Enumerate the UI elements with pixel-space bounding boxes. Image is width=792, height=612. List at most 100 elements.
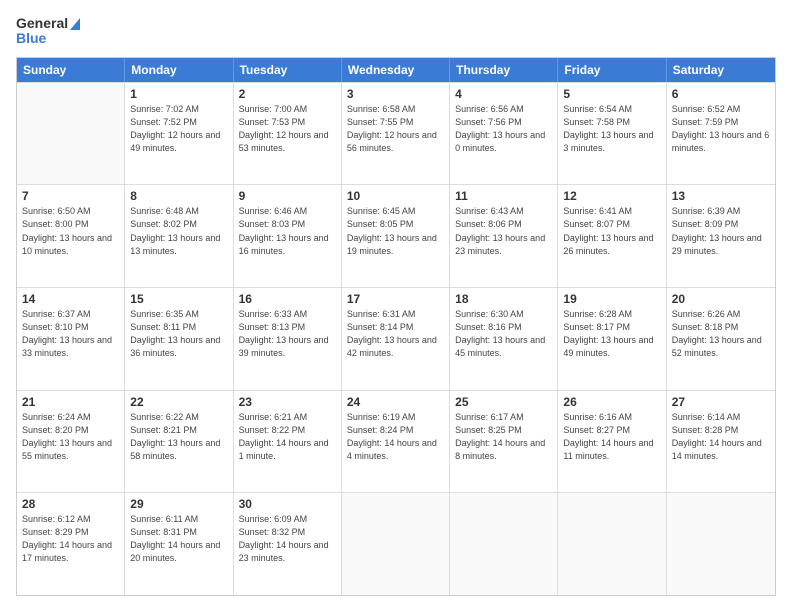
day-detail: Sunrise: 6:26 AMSunset: 8:18 PMDaylight:… — [672, 308, 770, 360]
calendar-cell: 6 Sunrise: 6:52 AMSunset: 7:59 PMDayligh… — [667, 83, 775, 185]
logo-general: General — [16, 16, 80, 31]
calendar: SundayMondayTuesdayWednesdayThursdayFrid… — [16, 57, 776, 596]
calendar-cell: 21 Sunrise: 6:24 AMSunset: 8:20 PMDaylig… — [17, 391, 125, 493]
calendar-cell — [450, 493, 558, 595]
calendar-cell: 4 Sunrise: 6:56 AMSunset: 7:56 PMDayligh… — [450, 83, 558, 185]
logo: General Blue — [16, 16, 80, 47]
day-detail: Sunrise: 6:46 AMSunset: 8:03 PMDaylight:… — [239, 205, 336, 257]
day-number: 12 — [563, 189, 660, 203]
calendar-cell: 1 Sunrise: 7:02 AMSunset: 7:52 PMDayligh… — [125, 83, 233, 185]
day-detail: Sunrise: 6:43 AMSunset: 8:06 PMDaylight:… — [455, 205, 552, 257]
calendar-cell: 10 Sunrise: 6:45 AMSunset: 8:05 PMDaylig… — [342, 185, 450, 287]
calendar-cell: 25 Sunrise: 6:17 AMSunset: 8:25 PMDaylig… — [450, 391, 558, 493]
day-number: 20 — [672, 292, 770, 306]
day-detail: Sunrise: 6:16 AMSunset: 8:27 PMDaylight:… — [563, 411, 660, 463]
calendar-cell: 22 Sunrise: 6:22 AMSunset: 8:21 PMDaylig… — [125, 391, 233, 493]
calendar-cell: 2 Sunrise: 7:00 AMSunset: 7:53 PMDayligh… — [234, 83, 342, 185]
day-number: 8 — [130, 189, 227, 203]
day-detail: Sunrise: 6:54 AMSunset: 7:58 PMDaylight:… — [563, 103, 660, 155]
calendar-cell: 26 Sunrise: 6:16 AMSunset: 8:27 PMDaylig… — [558, 391, 666, 493]
day-number: 16 — [239, 292, 336, 306]
day-number: 3 — [347, 87, 444, 101]
calendar-cell: 16 Sunrise: 6:33 AMSunset: 8:13 PMDaylig… — [234, 288, 342, 390]
day-detail: Sunrise: 6:39 AMSunset: 8:09 PMDaylight:… — [672, 205, 770, 257]
day-number: 22 — [130, 395, 227, 409]
calendar-cell: 15 Sunrise: 6:35 AMSunset: 8:11 PMDaylig… — [125, 288, 233, 390]
logo-blue: Blue — [16, 31, 80, 46]
day-detail: Sunrise: 6:12 AMSunset: 8:29 PMDaylight:… — [22, 513, 119, 565]
calendar-body: 1 Sunrise: 7:02 AMSunset: 7:52 PMDayligh… — [17, 82, 775, 595]
calendar-cell: 12 Sunrise: 6:41 AMSunset: 8:07 PMDaylig… — [558, 185, 666, 287]
calendar-cell: 27 Sunrise: 6:14 AMSunset: 8:28 PMDaylig… — [667, 391, 775, 493]
day-number: 14 — [22, 292, 119, 306]
calendar-cell: 29 Sunrise: 6:11 AMSunset: 8:31 PMDaylig… — [125, 493, 233, 595]
day-number: 26 — [563, 395, 660, 409]
calendar-cell: 7 Sunrise: 6:50 AMSunset: 8:00 PMDayligh… — [17, 185, 125, 287]
day-detail: Sunrise: 6:09 AMSunset: 8:32 PMDaylight:… — [239, 513, 336, 565]
calendar-cell: 19 Sunrise: 6:28 AMSunset: 8:17 PMDaylig… — [558, 288, 666, 390]
day-detail: Sunrise: 6:17 AMSunset: 8:25 PMDaylight:… — [455, 411, 552, 463]
day-number: 15 — [130, 292, 227, 306]
day-number: 27 — [672, 395, 770, 409]
day-detail: Sunrise: 6:14 AMSunset: 8:28 PMDaylight:… — [672, 411, 770, 463]
calendar-cell: 18 Sunrise: 6:30 AMSunset: 8:16 PMDaylig… — [450, 288, 558, 390]
day-number: 2 — [239, 87, 336, 101]
weekday-header-tuesday: Tuesday — [234, 58, 342, 82]
page: General Blue SundayMondayTuesdayWednesda… — [0, 0, 792, 612]
calendar-cell — [342, 493, 450, 595]
day-number: 25 — [455, 395, 552, 409]
weekday-header-friday: Friday — [558, 58, 666, 82]
calendar-cell: 9 Sunrise: 6:46 AMSunset: 8:03 PMDayligh… — [234, 185, 342, 287]
day-detail: Sunrise: 6:30 AMSunset: 8:16 PMDaylight:… — [455, 308, 552, 360]
day-detail: Sunrise: 6:24 AMSunset: 8:20 PMDaylight:… — [22, 411, 119, 463]
day-number: 24 — [347, 395, 444, 409]
calendar-row-4: 21 Sunrise: 6:24 AMSunset: 8:20 PMDaylig… — [17, 390, 775, 493]
calendar-cell: 5 Sunrise: 6:54 AMSunset: 7:58 PMDayligh… — [558, 83, 666, 185]
day-number: 19 — [563, 292, 660, 306]
day-detail: Sunrise: 6:31 AMSunset: 8:14 PMDaylight:… — [347, 308, 444, 360]
weekday-header-saturday: Saturday — [667, 58, 775, 82]
day-detail: Sunrise: 6:56 AMSunset: 7:56 PMDaylight:… — [455, 103, 552, 155]
day-detail: Sunrise: 6:33 AMSunset: 8:13 PMDaylight:… — [239, 308, 336, 360]
day-detail: Sunrise: 6:41 AMSunset: 8:07 PMDaylight:… — [563, 205, 660, 257]
calendar-row-2: 7 Sunrise: 6:50 AMSunset: 8:00 PMDayligh… — [17, 184, 775, 287]
day-detail: Sunrise: 6:58 AMSunset: 7:55 PMDaylight:… — [347, 103, 444, 155]
day-detail: Sunrise: 6:45 AMSunset: 8:05 PMDaylight:… — [347, 205, 444, 257]
header: General Blue — [16, 16, 776, 47]
day-number: 10 — [347, 189, 444, 203]
calendar-cell: 3 Sunrise: 6:58 AMSunset: 7:55 PMDayligh… — [342, 83, 450, 185]
day-number: 29 — [130, 497, 227, 511]
day-number: 28 — [22, 497, 119, 511]
day-detail: Sunrise: 6:28 AMSunset: 8:17 PMDaylight:… — [563, 308, 660, 360]
calendar-cell: 14 Sunrise: 6:37 AMSunset: 8:10 PMDaylig… — [17, 288, 125, 390]
calendar-cell: 13 Sunrise: 6:39 AMSunset: 8:09 PMDaylig… — [667, 185, 775, 287]
day-detail: Sunrise: 6:37 AMSunset: 8:10 PMDaylight:… — [22, 308, 119, 360]
day-number: 5 — [563, 87, 660, 101]
weekday-header-wednesday: Wednesday — [342, 58, 450, 82]
weekday-header-sunday: Sunday — [17, 58, 125, 82]
calendar-cell: 23 Sunrise: 6:21 AMSunset: 8:22 PMDaylig… — [234, 391, 342, 493]
day-number: 7 — [22, 189, 119, 203]
day-detail: Sunrise: 6:19 AMSunset: 8:24 PMDaylight:… — [347, 411, 444, 463]
calendar-cell: 24 Sunrise: 6:19 AMSunset: 8:24 PMDaylig… — [342, 391, 450, 493]
day-number: 4 — [455, 87, 552, 101]
calendar-row-5: 28 Sunrise: 6:12 AMSunset: 8:29 PMDaylig… — [17, 492, 775, 595]
day-number: 1 — [130, 87, 227, 101]
calendar-cell: 20 Sunrise: 6:26 AMSunset: 8:18 PMDaylig… — [667, 288, 775, 390]
calendar-cell — [558, 493, 666, 595]
day-number: 30 — [239, 497, 336, 511]
calendar-cell — [667, 493, 775, 595]
day-number: 17 — [347, 292, 444, 306]
day-detail: Sunrise: 6:50 AMSunset: 8:00 PMDaylight:… — [22, 205, 119, 257]
calendar-header: SundayMondayTuesdayWednesdayThursdayFrid… — [17, 58, 775, 82]
calendar-cell: 8 Sunrise: 6:48 AMSunset: 8:02 PMDayligh… — [125, 185, 233, 287]
weekday-header-thursday: Thursday — [450, 58, 558, 82]
day-detail: Sunrise: 7:00 AMSunset: 7:53 PMDaylight:… — [239, 103, 336, 155]
calendar-cell: 30 Sunrise: 6:09 AMSunset: 8:32 PMDaylig… — [234, 493, 342, 595]
day-detail: Sunrise: 6:11 AMSunset: 8:31 PMDaylight:… — [130, 513, 227, 565]
calendar-cell — [17, 83, 125, 185]
calendar-row-1: 1 Sunrise: 7:02 AMSunset: 7:52 PMDayligh… — [17, 82, 775, 185]
day-detail: Sunrise: 6:48 AMSunset: 8:02 PMDaylight:… — [130, 205, 227, 257]
calendar-cell: 17 Sunrise: 6:31 AMSunset: 8:14 PMDaylig… — [342, 288, 450, 390]
day-number: 9 — [239, 189, 336, 203]
